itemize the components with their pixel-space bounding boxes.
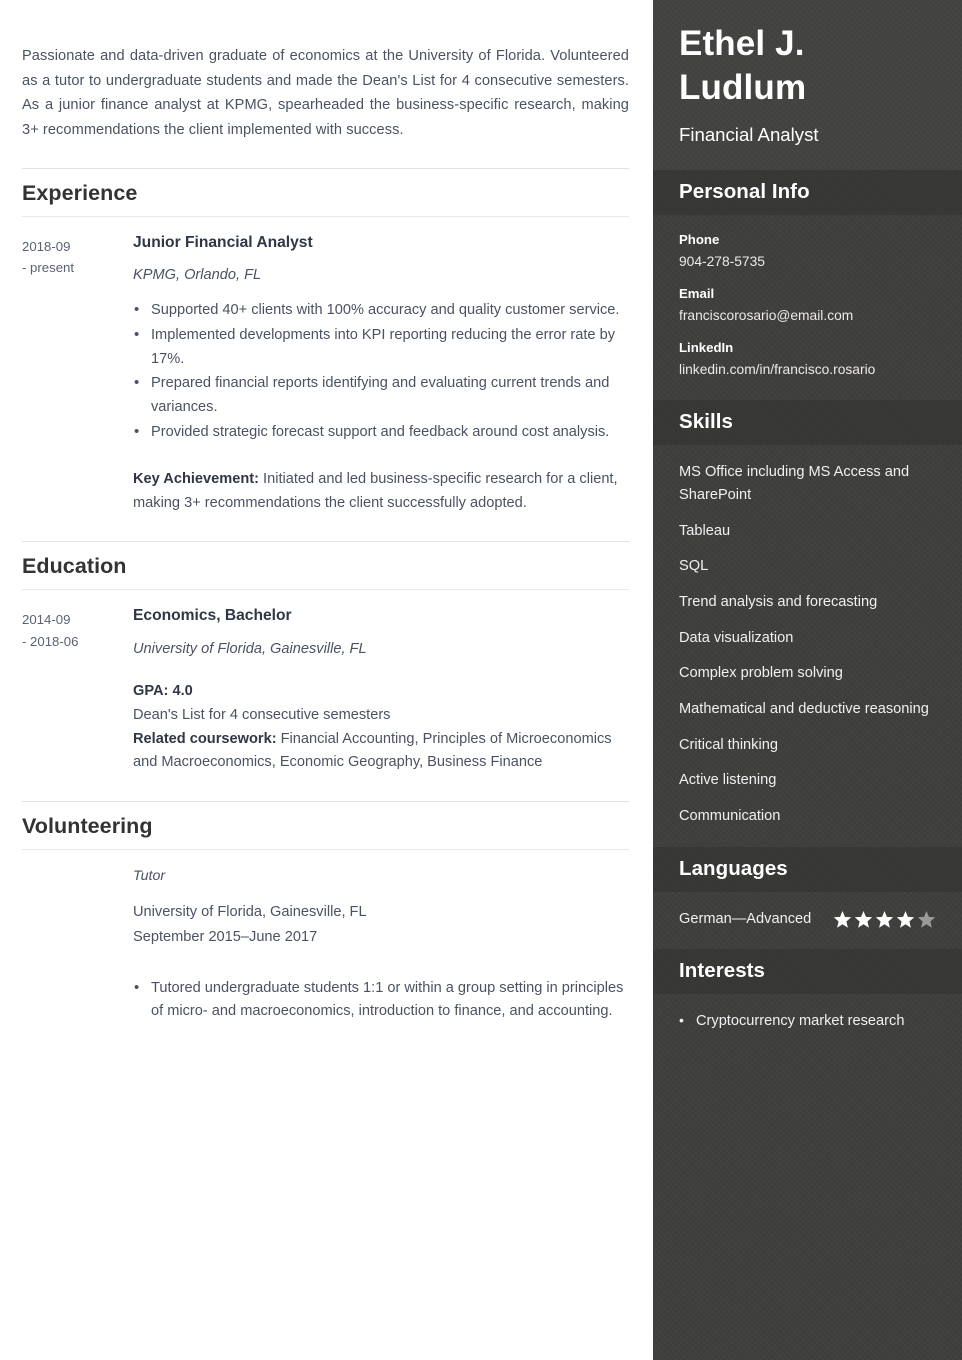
volunteer-role: Tutor	[133, 868, 166, 885]
list-item: MS Office including MS Access and ShareP…	[679, 463, 910, 504]
star-icon	[875, 910, 894, 929]
entry-date-start: 2018-09	[22, 239, 71, 255]
interests-body: Cryptocurrency market research	[653, 994, 962, 1051]
key-achievement: Key Achievement: Initiated and led busin…	[133, 468, 629, 515]
entry-body: Junior Financial Analyst KPMG, Orlando, …	[133, 233, 629, 515]
contact-value: 904-278-5735	[679, 254, 765, 269]
list-item: Communication	[679, 807, 781, 824]
volunteering-entry: Tutor University of Florida, Gainesville…	[22, 868, 629, 1024]
volunteer-bullet-list: Tutored undergraduate students 1:1 or wi…	[133, 976, 629, 1024]
list-item: Prepared financial reports identifying a…	[134, 371, 629, 419]
candidate-job-title: Financial Analyst	[679, 123, 819, 145]
contact-item-email: Email franciscorosario@email.com	[679, 285, 936, 325]
entry-date-range: 2018-09 - present	[22, 233, 133, 515]
list-item: Implemented developments into KPI report…	[134, 323, 629, 371]
list-item: Tableau	[679, 522, 731, 539]
entry-body: Economics, Bachelor University of Florid…	[133, 606, 629, 775]
responsibility-list: Supported 40+ clients with 100% accuracy…	[133, 298, 629, 445]
language-row: German—Advanced	[679, 908, 936, 932]
language-name: German—Advanced	[679, 910, 812, 927]
volunteer-organization: University of Florida, Gainesville, FL	[133, 904, 367, 921]
language-rating-stars	[833, 908, 936, 929]
sidebar: Ethel J. Ludlum Financial Analyst Person…	[653, 0, 962, 1360]
list-item: Critical thinking	[679, 736, 778, 753]
key-achievement-label: Key Achievement:	[133, 471, 259, 488]
volunteering-section: Volunteering Tutor University of Florida…	[22, 801, 629, 1024]
skills-body: MS Office including MS Access and ShareP…	[653, 445, 962, 847]
contact-item-linkedin: LinkedIn linkedin.com/in/francisco.rosar…	[679, 339, 936, 379]
personal-info-body: Phone 904-278-5735 Email franciscorosari…	[653, 215, 962, 399]
profile-summary: Passionate and data-driven graduate of e…	[22, 48, 629, 138]
sidebar-section-title: Interests	[679, 959, 766, 983]
interest-list: Cryptocurrency market research	[679, 1009, 936, 1033]
gpa-value: GPA: 4.0	[133, 682, 193, 699]
contact-label: Phone	[679, 232, 720, 248]
education-section: Education 2014-09 - 2018-06 Economics, B…	[22, 541, 629, 775]
star-icon	[917, 910, 936, 929]
list-item: Complex problem solving	[679, 665, 843, 682]
list-item: Supported 40+ clients with 100% accuracy…	[134, 298, 629, 323]
entry-date-range: 2014-09 - 2018-06	[22, 606, 133, 775]
list-item: Tutored undergraduate students 1:1 or wi…	[134, 976, 629, 1024]
interests-header: Interests	[653, 949, 962, 995]
resume-page: Passionate and data-driven graduate of e…	[0, 0, 962, 1360]
contact-value: franciscorosario@email.com	[679, 308, 854, 324]
list-item: Cryptocurrency market research	[679, 1009, 936, 1033]
education-entry: 2014-09 - 2018-06 Economics, Bachelor Un…	[22, 606, 629, 775]
list-item: Active listening	[679, 772, 777, 789]
section-title: Volunteering	[22, 814, 153, 839]
section-title: Education	[22, 554, 127, 579]
coursework-label: Related coursework:	[133, 730, 277, 747]
experience-entry: 2018-09 - present Junior Financial Analy…	[22, 233, 629, 515]
list-item: Data visualization	[679, 629, 794, 646]
experience-section: Experience 2018-09 - present Junior Fina…	[22, 168, 629, 515]
candidate-name: Ethel J. Ludlum	[679, 24, 807, 108]
volunteering-section-header: Volunteering	[22, 801, 629, 851]
honors-value: Dean's List for 4 consecutive semesters	[133, 706, 391, 723]
sidebar-section-title: Skills	[679, 409, 733, 433]
contact-label: Email	[679, 286, 715, 302]
languages-header: Languages	[653, 846, 962, 892]
experience-section-header: Experience	[22, 168, 629, 218]
entry-date-end: - present	[22, 260, 75, 276]
sidebar-section-title: Personal Info	[679, 180, 810, 204]
contact-value[interactable]: linkedin.com/in/francisco.rosario	[679, 360, 936, 379]
list-item: SQL	[679, 558, 709, 575]
languages-body: German—Advanced	[653, 892, 962, 950]
contact-label: LinkedIn	[679, 340, 734, 356]
star-icon	[854, 910, 873, 929]
personal-info-header: Personal Info	[653, 170, 962, 216]
entry-date-start: 2014-09	[22, 612, 71, 628]
star-icon	[833, 910, 852, 929]
volunteer-details: University of Florida, Gainesville, FL S…	[133, 900, 629, 948]
star-icon	[896, 910, 915, 929]
education-section-header: Education	[22, 541, 629, 591]
main-column: Passionate and data-driven graduate of e…	[0, 0, 653, 1360]
skills-header: Skills	[653, 399, 962, 445]
list-item: Mathematical and deductive reasoning	[679, 701, 929, 718]
degree-title: Economics, Bachelor	[133, 607, 292, 625]
section-title: Experience	[22, 181, 138, 206]
education-details: GPA: 4.0 Dean's List for 4 consecutive s…	[133, 680, 629, 776]
contact-item-phone: Phone 904-278-5735	[679, 231, 936, 271]
sidebar-section-title: Languages	[679, 856, 788, 880]
list-item: Provided strategic forecast support and …	[134, 420, 629, 445]
coursework: Related coursework: Financial Accounting…	[133, 728, 629, 776]
sidebar-header: Ethel J. Ludlum Financial Analyst	[653, 0, 962, 170]
list-item: Trend analysis and forecasting	[679, 594, 878, 611]
entry-date-end: - 2018-06	[22, 633, 79, 649]
volunteer-period: September 2015–June 2017	[133, 928, 318, 945]
employer-location: KPMG, Orlando, FL	[133, 267, 262, 284]
school-location: University of Florida, Gainesville, FL	[133, 640, 367, 657]
job-title: Junior Financial Analyst	[133, 234, 313, 252]
